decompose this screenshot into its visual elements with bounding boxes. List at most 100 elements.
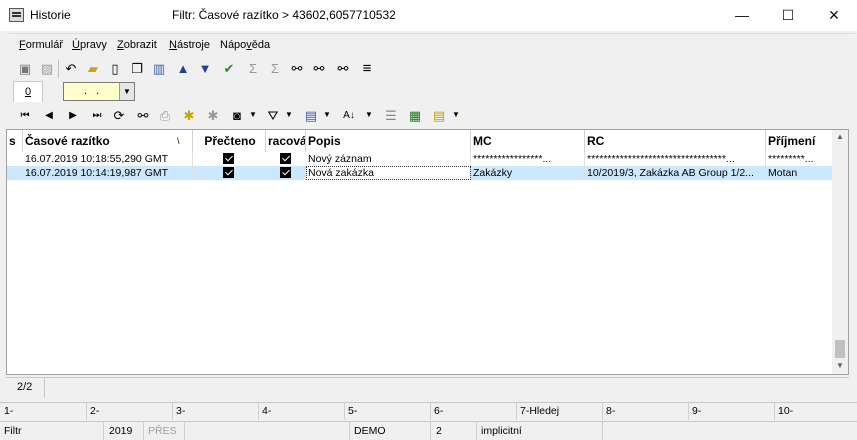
period-combo[interactable]: . . ▼: [63, 82, 135, 101]
record-count-bar: 2/2: [6, 377, 849, 398]
column-header-popis[interactable]: Popis: [306, 130, 471, 152]
new-document-icon[interactable]: ▯: [106, 60, 124, 78]
divider: [430, 422, 431, 440]
nav-toolbar: ⏮ ◀ ▶ ⏭ ⟳ ⚯ ⎙ ✱ ✱ ◙ ▼ ⛛ ▼ ▤ ▼ A↓ ▼ ☰ ▦ ▤…: [10, 104, 850, 128]
work-checkbox[interactable]: [280, 167, 291, 178]
toolbar-separator: [58, 60, 59, 78]
camera-dropdown-icon[interactable]: ▼: [249, 110, 257, 119]
cell-timestamp: 16.07.2019 10:14:19,987 GMT: [23, 166, 193, 180]
menu-napoveda[interactable]: Nápověda: [220, 39, 270, 51]
star-add-icon[interactable]: ✱: [180, 107, 198, 125]
last-record-icon[interactable]: ⏭: [88, 107, 106, 125]
divider: [86, 403, 87, 420]
scroll-up-icon[interactable]: ▲: [832, 132, 848, 141]
history-window: Historie Filtr: Časové razítko > 43602,6…: [0, 0, 857, 440]
scroll-down-icon[interactable]: ▼: [832, 361, 848, 370]
status-number: 2: [436, 425, 442, 437]
minimize-button[interactable]: —: [719, 0, 765, 31]
columns-icon[interactable]: ▤: [302, 107, 320, 125]
columns-dropdown-icon[interactable]: ▼: [323, 110, 331, 119]
divider: [172, 403, 173, 420]
arrow-up-icon[interactable]: ▲: [174, 60, 192, 78]
divider: [103, 422, 104, 440]
fkey-4[interactable]: 4-: [262, 405, 271, 417]
divider: [184, 422, 185, 440]
fkey-7-search[interactable]: 7-Hledej: [520, 405, 559, 417]
menu-zobrazit[interactable]: Zobrazit: [117, 39, 157, 51]
close-button[interactable]: ✕: [811, 0, 857, 31]
read-checkbox[interactable]: [223, 167, 234, 178]
chevron-down-icon[interactable]: ▼: [119, 83, 134, 100]
refresh-icon[interactable]: ⟳: [110, 107, 128, 125]
notes-dropdown-icon[interactable]: ▼: [452, 110, 460, 119]
book-icon[interactable]: ▥: [150, 60, 168, 78]
cell-popis: Nová zakázka: [306, 166, 471, 180]
fkey-10[interactable]: 10-: [778, 405, 793, 417]
column-header-s[interactable]: s: [7, 130, 23, 152]
excel-export-icon[interactable]: ▦: [406, 107, 424, 125]
first-record-icon[interactable]: ⏮: [16, 107, 34, 125]
camera-icon[interactable]: ◙: [228, 107, 246, 125]
cell-mc: Zakázky: [471, 166, 585, 180]
title-bar: Historie Filtr: Časové razítko > 43602,6…: [0, 0, 857, 31]
binoculars-icon[interactable]: ⚯: [288, 60, 306, 78]
fkey-3[interactable]: 3-: [176, 405, 185, 417]
search-icon[interactable]: ⚯: [134, 107, 152, 125]
print-icon[interactable]: ⎙: [156, 107, 174, 125]
column-header-mc[interactable]: MC: [471, 130, 585, 152]
column-header-rc[interactable]: RC: [585, 130, 766, 152]
read-checkbox[interactable]: [223, 153, 234, 164]
find-next-icon[interactable]: ⚯: [310, 60, 328, 78]
vertical-scrollbar[interactable]: ▲ ▼: [832, 130, 848, 374]
undo-icon[interactable]: ↶: [62, 60, 80, 78]
divider: [602, 403, 603, 420]
table-row[interactable]: 16.07.2019 10:18:55,290 GMT Nový záznam …: [7, 152, 834, 166]
next-record-icon[interactable]: ▶: [64, 107, 82, 125]
open-folder-icon[interactable]: ▰: [84, 60, 102, 78]
menu-nastroje[interactable]: Nástroje: [169, 39, 210, 51]
status-mode: Filtr: [4, 425, 22, 437]
copy-icon[interactable]: ❐: [128, 60, 146, 78]
sum-icon[interactable]: Σ: [244, 60, 262, 78]
arrow-down-icon[interactable]: ▼: [196, 60, 214, 78]
fkey-2[interactable]: 2-: [90, 405, 99, 417]
sort-dropdown-icon[interactable]: ▼: [365, 110, 373, 119]
fkey-6[interactable]: 6-: [434, 405, 443, 417]
fkey-9[interactable]: 9-: [692, 405, 701, 417]
save-as-icon[interactable]: ▨: [38, 60, 56, 78]
table-row[interactable]: 16.07.2019 10:14:19,987 GMT Nová zakázka…: [7, 166, 834, 180]
funnel-dropdown-icon[interactable]: ▼: [285, 110, 293, 119]
notes-icon[interactable]: ▤: [430, 107, 448, 125]
sort-az-icon[interactable]: A↓: [340, 107, 358, 125]
menu-upravy[interactable]: Úpravy: [72, 39, 107, 51]
menu-lines-icon[interactable]: ≡: [358, 60, 376, 78]
fkey-5[interactable]: 5-: [348, 405, 357, 417]
window-title: Historie: [30, 8, 71, 22]
history-grid[interactable]: s Časové razítko \ Přečteno racová Popis …: [6, 129, 849, 375]
menu-formular[interactable]: Formulář: [19, 39, 63, 51]
sum-filter-icon[interactable]: Σ: [266, 60, 284, 78]
divider: [602, 422, 603, 440]
status-database: DEMO: [354, 425, 386, 437]
work-checkbox[interactable]: [280, 153, 291, 164]
fkey-8[interactable]: 8-: [606, 405, 615, 417]
column-header-pracovni[interactable]: racová: [266, 130, 306, 152]
app-icon: [9, 8, 24, 22]
list-icon[interactable]: ☰: [382, 107, 400, 125]
tab-0[interactable]: 0: [13, 81, 43, 102]
column-header-prijmeni[interactable]: Příjmení: [766, 130, 834, 152]
fkey-1[interactable]: 1-: [4, 405, 13, 417]
sort-indicator-icon: \: [177, 136, 180, 146]
column-header-precteno[interactable]: Přečteno: [193, 130, 266, 152]
column-header-timestamp[interactable]: Časové razítko \: [23, 130, 193, 152]
funnel-icon[interactable]: ⛛: [264, 107, 282, 125]
filter-check-icon[interactable]: ✔: [220, 60, 238, 78]
maximize-button[interactable]: ☐: [765, 0, 811, 31]
prev-record-icon[interactable]: ◀: [40, 107, 58, 125]
scroll-thumb[interactable]: [835, 340, 845, 358]
find-all-icon[interactable]: ⚯: [334, 60, 352, 78]
star-remove-icon[interactable]: ✱: [204, 107, 222, 125]
divider: [476, 422, 477, 440]
cell-prijmeni: Motan: [768, 167, 798, 179]
save-icon[interactable]: ▣: [16, 60, 34, 78]
